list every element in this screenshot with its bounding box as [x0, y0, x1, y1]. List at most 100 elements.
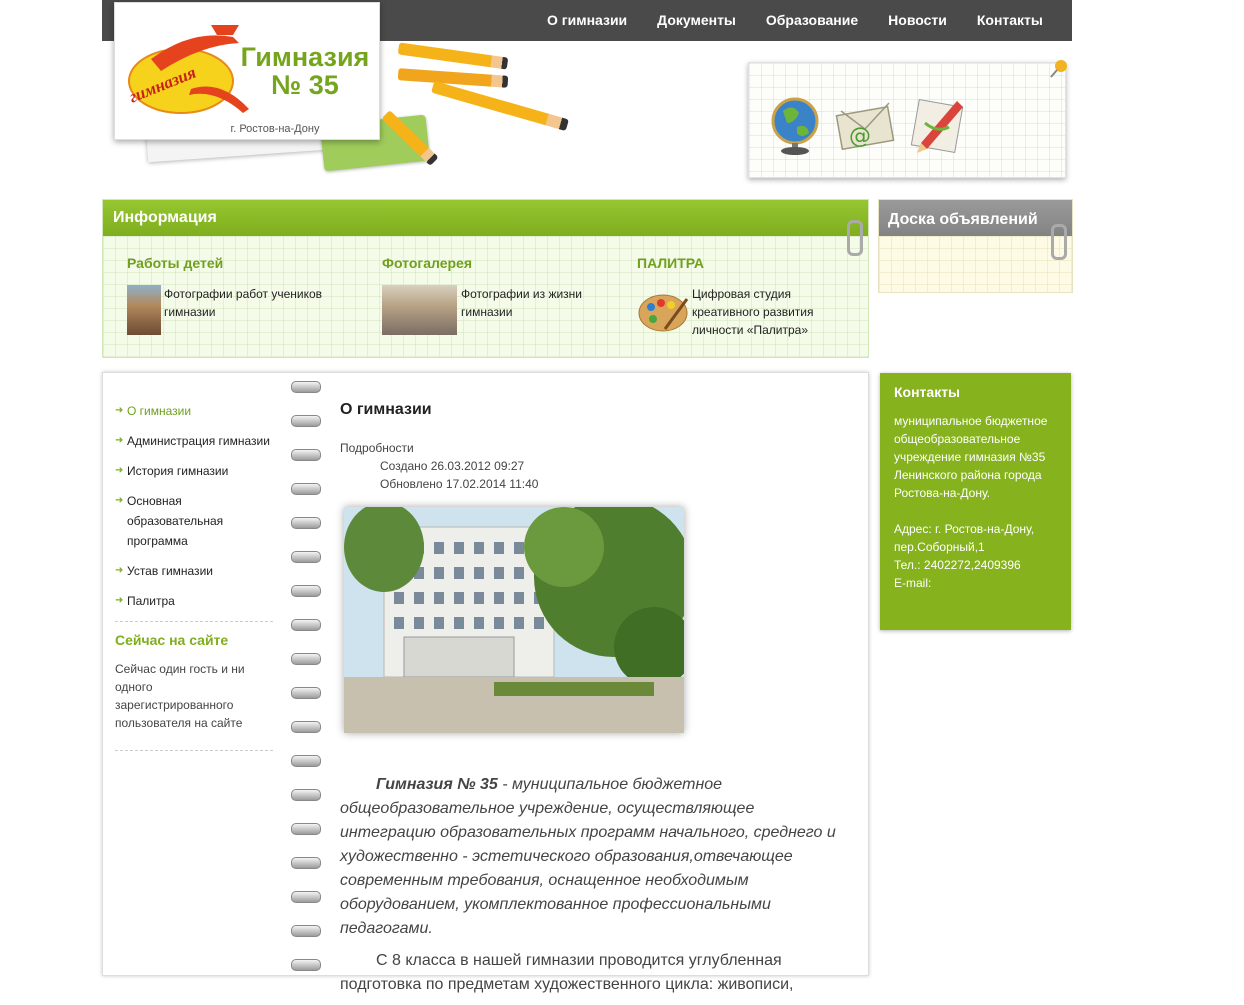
- binder-ring: [1051, 224, 1067, 260]
- spiral-coil: [291, 483, 321, 495]
- spiral-coil: [291, 381, 321, 393]
- spiral-coil: [291, 415, 321, 427]
- menu-item-palitra[interactable]: ➜ Палитра: [115, 591, 275, 611]
- globe-icon[interactable]: [765, 93, 825, 157]
- contacts-organization: муниципальное бюджетное общеобразователь…: [894, 414, 1048, 500]
- email-envelope-icon[interactable]: @: [835, 93, 895, 157]
- menu-item-educational-program[interactable]: ➜ Основная образовательная программа: [115, 491, 247, 551]
- palette-emblem-icon: гимназия: [126, 25, 249, 114]
- photo-gallery-text: Фотографии из жизни гимназии: [461, 287, 583, 319]
- photo-gallery-link[interactable]: Фотогалерея: [382, 255, 612, 271]
- quick-links-card: @: [748, 59, 1069, 178]
- site-logo[interactable]: гимназия Гимназия № 35 г. Ростов-на-Дону: [114, 2, 380, 140]
- information-title: Информация: [113, 209, 217, 226]
- arrow-right-icon: ➜: [115, 465, 124, 476]
- now-on-site-title: Сейчас на сайте: [115, 632, 229, 648]
- menu-item-administration[interactable]: ➜ Администрация гимназии: [115, 431, 275, 451]
- spiral-coil: [291, 959, 321, 971]
- nav-about[interactable]: О гимназии: [532, 0, 642, 41]
- pencil-decoration-2: [397, 68, 509, 88]
- article-created-date: Создано 26.03.2012 09:27: [380, 459, 525, 473]
- information-header: Информация: [103, 200, 868, 236]
- main-menu: О гимназии Документы Образование Новости…: [532, 0, 1058, 41]
- nav-education[interactable]: Образование: [751, 0, 873, 41]
- arrow-right-icon: ➜: [115, 595, 124, 606]
- palitra-text: Цифровая студия креативного развития лич…: [692, 287, 814, 337]
- menu-item-label: Основная образовательная программа: [127, 494, 224, 548]
- logo-title: Гимназия № 35: [240, 43, 370, 99]
- contacts-address: Адрес: г. Ростов-на-Дону, пер.Соборный,1: [894, 522, 1035, 554]
- article-paragraph-1: Гимназия № 35 - муниципальное бюджетное …: [340, 773, 840, 941]
- spiral-coil: [291, 687, 321, 699]
- menu-item-label: Палитра: [127, 594, 175, 608]
- kids-works-text: Фотографии работ учеников гимназии: [164, 287, 323, 319]
- photo-gallery-thumbnail[interactable]: [382, 285, 457, 335]
- spiral-coil: [291, 823, 321, 835]
- menu-item-label: Устав гимназии: [127, 564, 213, 578]
- menu-item-about[interactable]: ➜ О гимназии: [115, 401, 275, 421]
- kids-works-thumbnail[interactable]: [127, 285, 161, 335]
- contacts-phone: Тел.: 2402272,2409396: [894, 558, 1021, 572]
- arrow-right-icon: ➜: [115, 435, 124, 446]
- left-sidebar-menu: ➜ О гимназии ➜ Администрация гимназии ➜ …: [115, 401, 275, 761]
- pushpin-icon: [1049, 59, 1069, 79]
- school-building-photo: [344, 507, 684, 733]
- logo-title-line1: Гимназия: [240, 42, 370, 72]
- logo-title-line2: № 35: [271, 70, 339, 100]
- pencil-decoration-3: [431, 80, 569, 132]
- info-column-kids-works: Работы детей Фотографии работ учеников г…: [127, 255, 357, 335]
- logo-city: г. Ростов-на-Дону: [230, 123, 320, 135]
- arrow-right-icon: ➜: [115, 495, 124, 506]
- article-title: О гимназии: [340, 401, 432, 418]
- palitra-link[interactable]: ПАЛИТРА: [637, 255, 857, 271]
- menu-item-history[interactable]: ➜ История гимназии: [115, 461, 275, 481]
- article: О гимназии Подробности Создано 26.03.201…: [340, 401, 840, 993]
- article-details-label: Подробности: [340, 441, 414, 455]
- spiral-coil: [291, 789, 321, 801]
- info-column-photo-gallery: Фотогалерея Фотографии из жизни гимназии: [382, 255, 612, 335]
- article-lead-text: - муниципальное бюджетное общеобразовате…: [340, 776, 836, 937]
- information-panel: Информация Работы детей Фотографии работ…: [102, 199, 869, 358]
- spiral-coil: [291, 551, 321, 563]
- spiral-coil: [291, 891, 321, 903]
- notebook-spiral: [291, 373, 321, 975]
- spiral-coil: [291, 449, 321, 461]
- nav-contacts[interactable]: Контакты: [962, 0, 1058, 41]
- kids-works-link[interactable]: Работы детей: [127, 255, 357, 271]
- contacts-panel: Контакты муниципальное бюджетное общеобр…: [880, 373, 1071, 630]
- article-body: Гимназия № 35 - муниципальное бюджетное …: [340, 773, 840, 1005]
- spiral-coil: [291, 517, 321, 529]
- contacts-title: Контакты: [894, 384, 961, 400]
- article-updated-date: Обновлено 17.02.2014 11:40: [380, 477, 539, 491]
- menu-item-label: Администрация гимназии: [127, 434, 270, 448]
- svg-text:@: @: [849, 124, 871, 149]
- now-on-site-text: Сейчас один гость и ни одного зарегистри…: [115, 662, 245, 730]
- menu-item-charter[interactable]: ➜ Устав гимназии: [115, 561, 275, 581]
- binder-ring: [847, 220, 863, 256]
- announcements-title: Доска объявлений: [888, 211, 1038, 228]
- article-lead-bold: Гимназия № 35: [376, 776, 498, 793]
- spiral-coil: [291, 653, 321, 665]
- divider: [115, 621, 273, 622]
- menu-item-label: О гимназии: [127, 404, 192, 418]
- menu-item-label: История гимназии: [127, 464, 229, 478]
- announcements-header: Доска объявлений: [879, 200, 1072, 236]
- info-column-palitra: ПАЛИТРА Цифровая студия креативного разв…: [637, 255, 857, 337]
- divider: [115, 750, 273, 751]
- announcements-board: Доска объявлений: [878, 199, 1073, 293]
- article-paragraph-2: С 8 класса в нашей гимназии проводится у…: [340, 952, 794, 993]
- spiral-coil: [291, 585, 321, 597]
- main-content-notebook: ➜ О гимназии ➜ Администрация гимназии ➜ …: [102, 372, 869, 993]
- nav-documents[interactable]: Документы: [642, 0, 751, 41]
- spiral-coil: [291, 755, 321, 767]
- contacts-email[interactable]: E-mail:: [894, 574, 1060, 592]
- arrow-right-icon: ➜: [115, 405, 124, 416]
- spiral-coil: [291, 721, 321, 733]
- spiral-coil: [291, 619, 321, 631]
- pencil-notebook-icon[interactable]: [907, 93, 967, 157]
- nav-news[interactable]: Новости: [873, 0, 962, 41]
- pencil-decoration-1: [397, 42, 509, 70]
- spiral-coil: [291, 857, 321, 869]
- spiral-coil: [291, 925, 321, 937]
- palette-icon[interactable]: [637, 285, 689, 337]
